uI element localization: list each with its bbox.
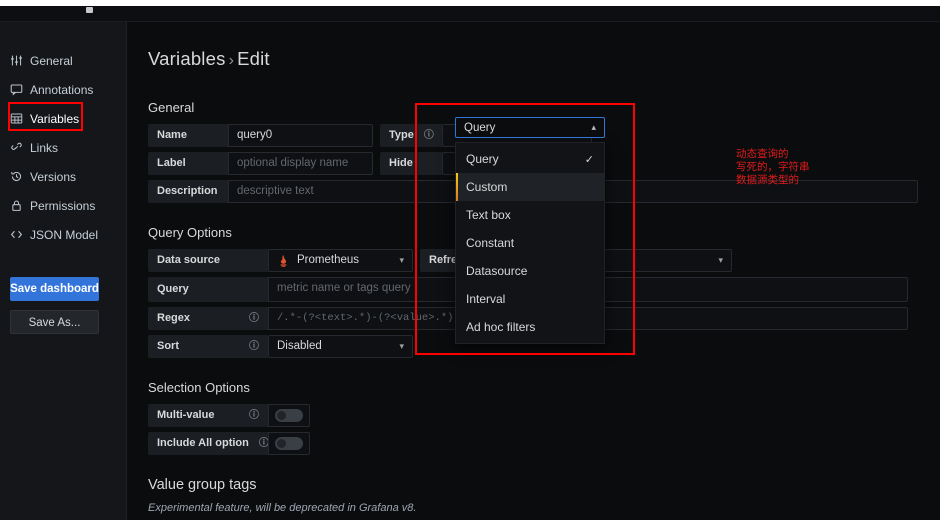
breadcrumb-root[interactable]: Variables: [148, 48, 226, 69]
sort-label-text: Sort: [157, 340, 179, 352]
value-group-tags-note: Experimental feature, will be deprecated…: [148, 502, 417, 514]
type-label-text: Type: [389, 129, 414, 141]
sidebar-item-label: Variables: [30, 111, 80, 126]
hide-label: Hide: [380, 152, 442, 175]
info-circle-icon[interactable]: ⓘ: [414, 124, 434, 147]
lock-icon: [10, 199, 23, 212]
selection-options-heading: Selection Options: [148, 380, 250, 395]
info-circle-icon[interactable]: ⓘ: [249, 432, 269, 455]
dropdown-option-label: Constant: [466, 236, 515, 250]
save-buttons-group: Save dashboard Save As...: [0, 277, 126, 334]
regex-label: Regex ⓘ: [148, 307, 268, 330]
query-label: Query: [148, 277, 268, 302]
sidebar-item-label: Permissions: [30, 198, 96, 213]
dropdown-option-datasource[interactable]: Datasource: [456, 257, 604, 285]
dropdown-option-label: Ad hoc filters: [466, 320, 536, 334]
include-all-toggle-cell: [268, 432, 310, 455]
type-dropdown-menu: Query ✓ Custom Text box Constant Datasou…: [455, 142, 605, 344]
type-label: Type ⓘ: [380, 124, 442, 147]
dropdown-option-label: Datasource: [466, 264, 528, 278]
check-icon: ✓: [584, 153, 594, 166]
type-select-value: Query: [464, 121, 496, 134]
grafana-dashboard-settings-window: General Annotations Variables Links Vers…: [0, 0, 940, 520]
sidebar-item-label: Annotations: [30, 82, 94, 97]
dropdown-option-query[interactable]: Query ✓: [456, 145, 604, 173]
multi-value-label: Multi-value ⓘ: [148, 404, 268, 427]
label-label: Label: [148, 152, 228, 175]
chevron-down-icon: ▾: [399, 341, 404, 351]
dropdown-option-custom[interactable]: Custom: [456, 173, 604, 201]
sidebar-item-versions[interactable]: Versions: [0, 162, 126, 191]
selection-options-section: Selection Options Multi-value ⓘ Include …: [148, 380, 940, 455]
sidebar-item-label: General: [30, 53, 73, 68]
sidebar-item-label: Links: [30, 140, 59, 155]
dropdown-option-ad-hoc-filters[interactable]: Ad hoc filters: [456, 313, 604, 341]
value-group-tags-heading: Value group tags: [148, 477, 257, 493]
multi-value-toggle-cell: [268, 404, 310, 427]
include-all-label-text: Include All option: [157, 437, 249, 449]
description-label: Description: [148, 180, 228, 203]
page-title: Variables › Edit: [148, 48, 940, 70]
info-circle-icon[interactable]: ⓘ: [239, 404, 259, 427]
sort-value: Disabled: [277, 340, 322, 352]
sidebar-item-general[interactable]: General: [0, 46, 126, 75]
save-dashboard-button[interactable]: Save dashboard: [10, 277, 99, 301]
datasource-label: Data source: [148, 249, 268, 272]
dropdown-option-constant[interactable]: Constant: [456, 229, 604, 257]
name-input[interactable]: query0: [228, 124, 373, 147]
chevron-down-icon: ▾: [399, 255, 404, 265]
history-clock-icon: [10, 170, 23, 183]
regex-label-text: Regex: [157, 312, 191, 324]
sidebar-item-links[interactable]: Links: [0, 133, 126, 162]
info-circle-icon[interactable]: ⓘ: [239, 307, 259, 330]
dropdown-option-interval[interactable]: Interval: [456, 285, 604, 313]
info-circle-icon[interactable]: ⓘ: [239, 335, 259, 358]
include-all-row: Include All option ⓘ: [148, 432, 940, 455]
sidebar-item-json-model[interactable]: JSON Model: [0, 220, 126, 249]
dropdown-option-text-box[interactable]: Text box: [456, 201, 604, 229]
link-chain-icon: [10, 141, 23, 154]
code-brackets-icon: [10, 228, 23, 241]
cursor-artifact-icon: [86, 7, 93, 13]
sort-select[interactable]: Disabled ▾: [268, 335, 413, 358]
sliders-icon: [10, 54, 23, 67]
include-all-toggle[interactable]: [275, 437, 303, 450]
multi-value-label-text: Multi-value: [157, 409, 215, 421]
label-input[interactable]: optional display name: [228, 152, 373, 175]
type-select[interactable]: Query ▴: [455, 117, 605, 138]
comment-box-icon: [10, 83, 23, 96]
name-label: Name: [148, 124, 228, 147]
settings-sidebar: General Annotations Variables Links Vers…: [0, 22, 127, 520]
dropdown-option-label: Text box: [466, 208, 511, 222]
sidebar-item-annotations[interactable]: Annotations: [0, 75, 126, 104]
datasource-value: Prometheus: [297, 254, 360, 266]
prometheus-icon: [277, 254, 290, 267]
sidebar-item-label: Versions: [30, 169, 77, 184]
value-group-tags-section: Value group tags Experimental feature, w…: [148, 477, 940, 520]
breadcrumb-leaf: Edit: [237, 48, 270, 69]
sidebar-item-label: JSON Model: [30, 227, 99, 242]
app-top-bar: [0, 6, 940, 21]
include-all-label: Include All option ⓘ: [148, 432, 269, 455]
sidebar-item-permissions[interactable]: Permissions: [0, 191, 126, 220]
chevron-down-icon: ▾: [718, 255, 723, 265]
save-as-button[interactable]: Save As...: [10, 310, 99, 334]
multi-value-row: Multi-value ⓘ: [148, 404, 940, 427]
grid-table-icon: [10, 112, 23, 125]
datasource-select[interactable]: Prometheus ▾: [268, 249, 413, 272]
sort-label: Sort ⓘ: [148, 335, 268, 358]
dropdown-option-label: Custom: [466, 180, 508, 194]
dropdown-option-label: Interval: [466, 292, 506, 306]
general-heading: General: [148, 100, 195, 115]
chevron-up-icon: ▴: [591, 122, 596, 132]
dropdown-option-label: Query: [466, 152, 499, 166]
sidebar-item-variables[interactable]: Variables: [0, 104, 126, 133]
multi-value-toggle[interactable]: [275, 409, 303, 422]
breadcrumb-separator-icon: ›: [228, 52, 235, 69]
